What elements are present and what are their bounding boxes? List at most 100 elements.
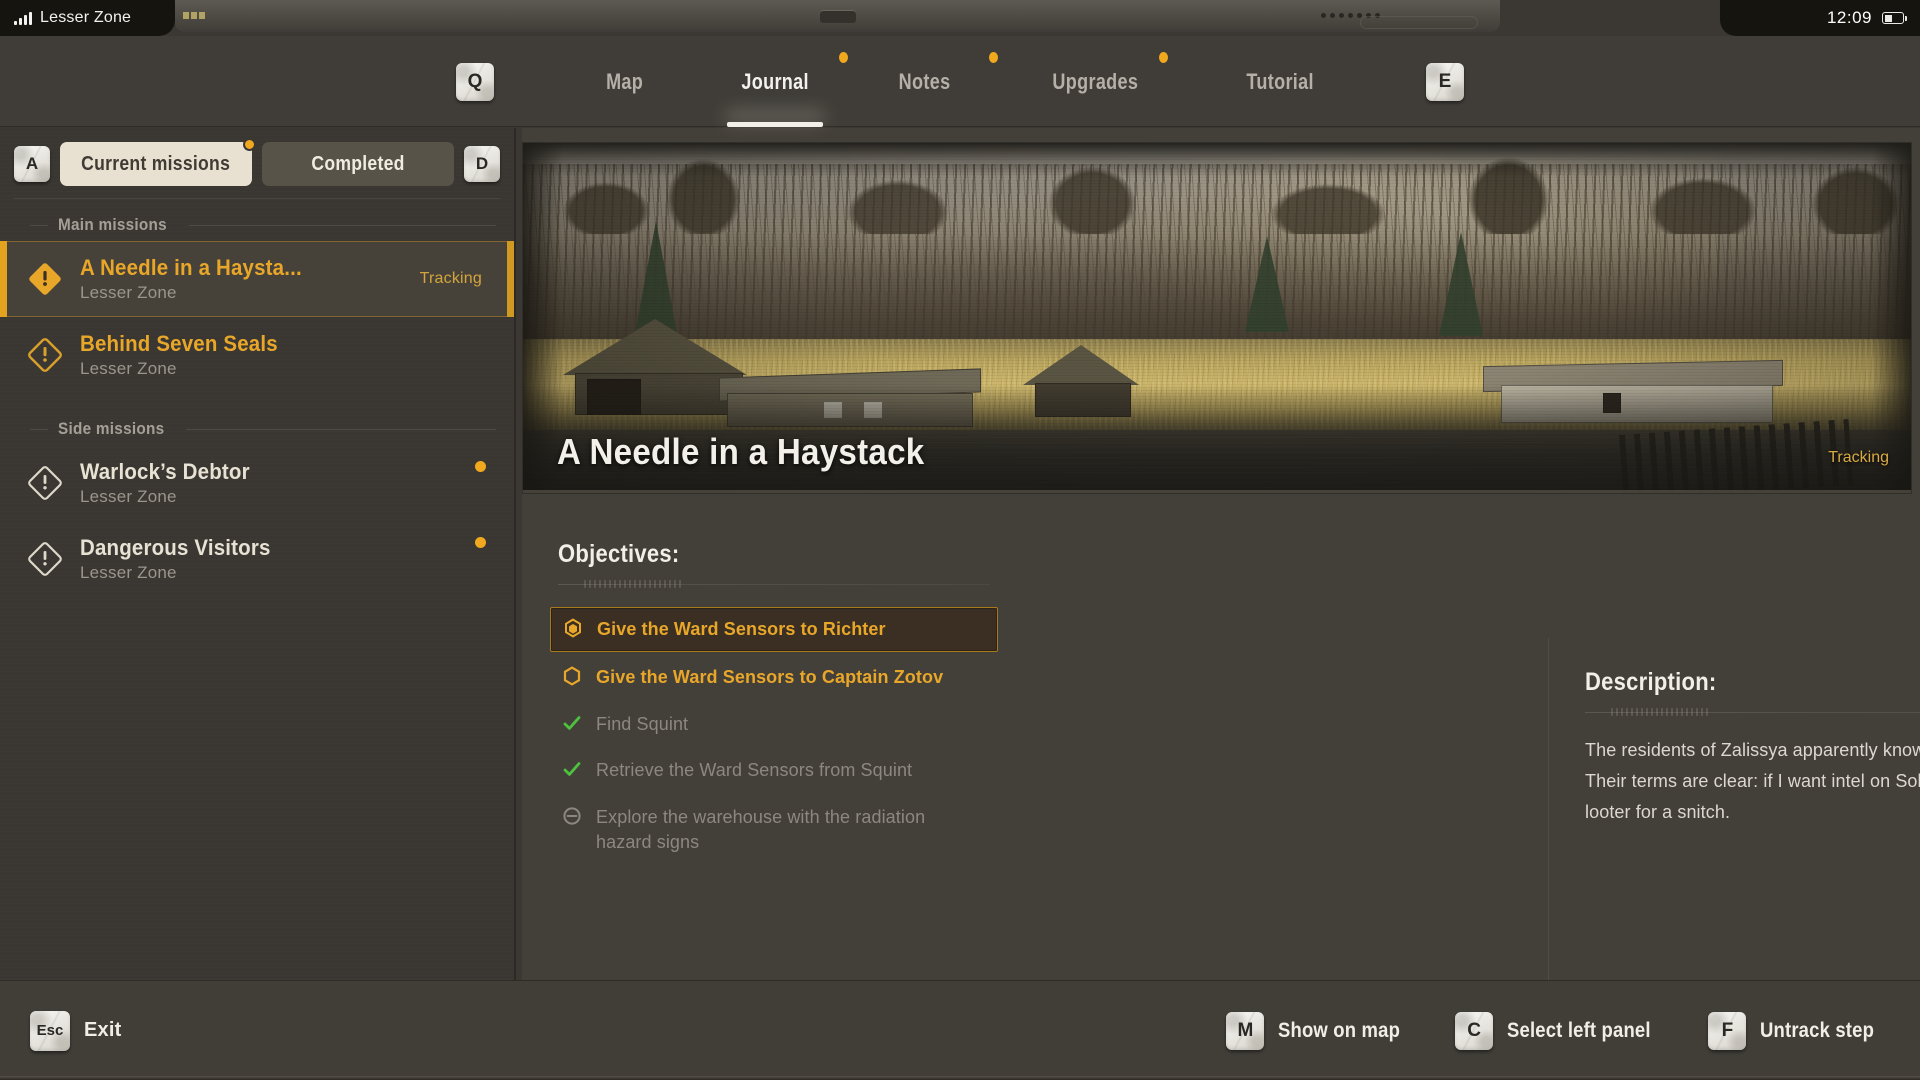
tab-journal-label: Journal [741,68,809,94]
nav-next-key-label: E [1438,70,1452,92]
tab-notes-badge-dot [989,52,998,63]
section-header-main-missions: Main missions [0,199,514,241]
objectives-column: Objectives: Give the Ward Sensors to Ric… [522,510,1026,980]
footer-hint-show-on-map[interactable]: M Show on map [1226,1011,1417,1050]
warning-diamond-outline-icon [26,540,64,578]
objective-label: Explore the warehouse with the radiation… [596,807,926,853]
battery-icon [1882,12,1907,24]
lens-outline-icon [1360,16,1478,29]
filter-next-key-label: D [475,154,489,173]
section-rule-left [30,224,48,226]
filter-prev-key[interactable]: A [14,146,50,182]
footer-hint-label: Untrack step [1760,1018,1875,1042]
zone-indicator: Lesser Zone [0,0,175,36]
nav-prev-key[interactable]: Q [456,62,494,101]
tab-notes[interactable]: Notes [850,36,1000,127]
mission-detail-columns: Objectives: Give the Ward Sensors to Ric… [522,510,1920,1080]
footer-hint-label: Select left panel [1507,1018,1651,1042]
tab-notes-label: Notes [899,68,951,94]
mission-row-a-needle-in-a-haystack[interactable]: A Needle in a Haysta... Lesser Zone Trac… [0,241,514,317]
tab-upgrades[interactable]: Upgrades [1000,36,1190,127]
nav-next-key[interactable]: E [1426,62,1464,101]
footer-bottom-rule [0,1076,1920,1080]
objective-row-give-ward-sensors-to-richter[interactable]: Give the Ward Sensors to Richter [550,607,998,652]
mission-zone: Lesser Zone [80,283,177,302]
device-notch [175,0,1500,32]
tab-tutorial[interactable]: Tutorial [1190,36,1370,127]
clock-label: 12:09 [1826,8,1872,27]
filter-current-missions-label: Current missions [81,152,231,175]
signal-bars-icon [14,11,32,25]
filter-current-missions[interactable]: Current missions [60,138,256,186]
warning-diamond-outline-icon [26,464,64,502]
c-key[interactable]: C [1455,1011,1494,1050]
f-key[interactable]: F [1708,1011,1747,1050]
objective-row-find-squint[interactable]: Find Squint [550,703,998,746]
section-rule-right [189,224,496,226]
objective-label: Retrieve the Ward Sensors from Squint [596,760,913,781]
objectives-ornament-divider [558,579,990,589]
nav-tab-list: Q Map Journal Notes Upgrades Tutorial E [456,36,1464,127]
tab-map-label: Map [606,68,644,94]
objective-row-explore-warehouse[interactable]: Explore the warehouse with the radiation… [550,796,998,864]
mission-row-behind-seven-seals[interactable]: Behind Seven Seals Lesser Zone [0,317,514,393]
mission-info: Dangerous Visitors Lesser Zone [80,535,459,583]
system-tray: 12:09 [1720,0,1920,36]
mission-title: Behind Seven Seals [80,331,278,356]
mission-row-dangerous-visitors[interactable]: Dangerous Visitors Lesser Zone [0,521,514,597]
tab-upgrades-badge-dot [1159,52,1168,63]
warning-diamond-filled-icon [26,260,64,298]
mission-title: Dangerous Visitors [80,535,271,560]
objective-row-give-ward-sensors-to-captain-zotov[interactable]: Give the Ward Sensors to Captain Zotov [550,656,998,699]
tab-tutorial-label: Tutorial [1246,68,1314,94]
mission-new-badge-dot [475,461,486,472]
tab-map[interactable]: Map [550,36,700,127]
filter-next-key[interactable]: D [464,146,500,182]
mission-detail-tracking-status: Tracking [1828,449,1889,466]
mission-hero-image: A Needle in a Haystack Tracking [522,142,1912,494]
esc-key-label: Esc [36,1022,64,1039]
mission-info: Warlock’s Debtor Lesser Zone [80,459,459,507]
mission-tracking-status: Tracking [419,270,482,287]
objective-row-retrieve-ward-sensors-from-squint[interactable]: Retrieve the Ward Sensors from Squint [550,749,998,792]
tab-journal[interactable]: Journal [700,36,850,127]
footer-exit-label: Exit [84,1019,122,1041]
mission-info: A Needle in a Haysta... Lesser Zone [80,255,404,303]
mission-info: Behind Seven Seals Lesser Zone [80,331,492,379]
section-rule-right [186,428,496,430]
check-icon [562,759,582,779]
filter-completed[interactable]: Completed [262,142,454,186]
m-key[interactable]: M [1226,1011,1265,1050]
mission-zone: Lesser Zone [80,563,177,582]
mission-new-badge-dot [475,537,486,548]
minus-circle-icon [562,806,582,826]
f-key-label: F [1721,1019,1734,1041]
tab-journal-active-underline [727,122,823,127]
description-ornament-divider [1585,707,1920,717]
footer-hint-bar: Esc Exit M Show on map C Select left pan… [0,980,1920,1080]
hero-bottom-rule [523,490,1911,493]
mission-detail-panel: A Needle in a Haystack Tracking Objectiv… [522,128,1920,1080]
filter-prev-key-label: A [25,154,39,173]
section-rule-left [30,428,48,430]
objective-label: Find Squint [596,713,689,734]
tab-upgrades-label: Upgrades [1052,68,1138,94]
hero-top-fade [523,143,1911,177]
mission-title: Warlock’s Debtor [80,459,250,484]
footer-hint-label: Show on map [1278,1018,1401,1042]
objective-label: Give the Ward Sensors to Richter [597,619,886,639]
esc-key[interactable]: Esc [30,1010,70,1051]
mission-title: A Needle in a Haysta... [80,255,302,280]
check-icon [562,713,582,733]
game-journal-screen: Lesser Zone 12:09 Q Map Journal Notes Up… [0,0,1920,1080]
mission-row-warlocks-debtor[interactable]: Warlock’s Debtor Lesser Zone [0,445,514,521]
tab-journal-badge-dot [839,52,848,63]
section-header-side-missions: Side missions [0,393,514,445]
footer-hint-select-left-panel[interactable]: C Select left panel [1455,1011,1670,1050]
main-nav-bar: Q Map Journal Notes Upgrades Tutorial E [0,36,1920,127]
footer-hint-untrack-step[interactable]: F Untrack step [1708,1011,1890,1050]
footer-exit-hint[interactable]: Esc Exit [30,1010,122,1051]
filter-completed-label: Completed [311,152,405,175]
c-key-label: C [1467,1019,1481,1041]
description-text: The residents of Zalissya apparently kno… [1585,740,1920,822]
